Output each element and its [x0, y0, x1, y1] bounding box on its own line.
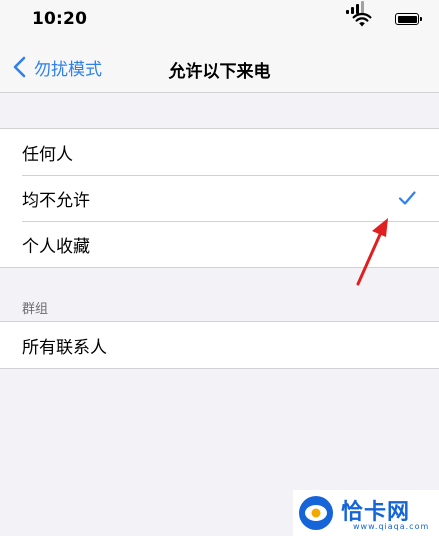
- groups-list: 所有联系人: [0, 321, 439, 369]
- checkmark-icon: [398, 191, 416, 205]
- option-label: 任何人: [22, 144, 73, 165]
- option-no-one[interactable]: 均不允许: [0, 175, 439, 221]
- option-favorites[interactable]: 个人收藏: [0, 221, 439, 267]
- navigation-bar: 勿扰模式 允许以下来电: [0, 42, 439, 93]
- watermark: 恰卡网 www.qiaqa.com: [293, 490, 439, 536]
- section-header-groups: 群组: [22, 302, 49, 317]
- allow-calls-options: 任何人 均不允许 个人收藏: [0, 128, 439, 268]
- watermark-logo-icon: [299, 496, 333, 530]
- option-all-contacts[interactable]: 所有联系人: [0, 322, 439, 368]
- battery-icon: [395, 13, 422, 25]
- watermark-url: www.qiaqa.com: [353, 522, 430, 531]
- status-bar: 10:20: [0, 0, 439, 42]
- option-label: 个人收藏: [22, 236, 90, 257]
- page-title: 允许以下来电: [168, 62, 271, 82]
- option-label: 均不允许: [22, 190, 90, 211]
- option-everyone[interactable]: 任何人: [0, 129, 439, 175]
- status-time: 10:20: [32, 9, 88, 29]
- wifi-icon: [352, 12, 372, 27]
- option-label: 所有联系人: [22, 337, 107, 358]
